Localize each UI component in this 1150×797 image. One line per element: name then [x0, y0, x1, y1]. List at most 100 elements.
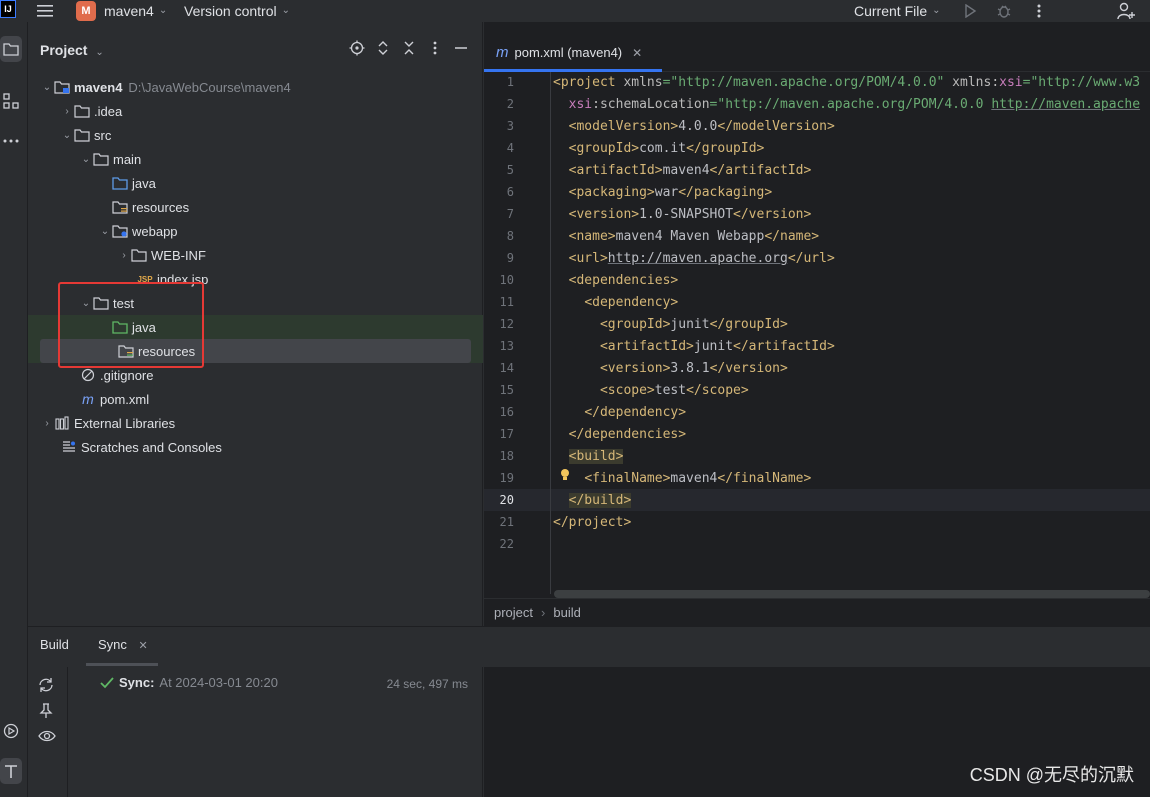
breadcrumb-item[interactable]: build	[553, 605, 580, 620]
chevron-down-icon: ⌄	[158, 5, 168, 16]
crosshair-icon	[349, 40, 365, 56]
ignore-file-icon	[80, 368, 96, 382]
tab-build[interactable]: Build	[40, 637, 69, 652]
project-panel: Project ⌄ ⌄ maven4 D:\JavaWebCourse\mave…	[28, 22, 483, 626]
chevron-down-icon[interactable]: ⌄	[79, 154, 93, 165]
tree-item-label: webapp	[132, 223, 178, 239]
chevron-right-icon[interactable]: ›	[117, 250, 131, 261]
tree-item-pom-xml[interactable]: m pom.xml	[28, 387, 483, 411]
maven-file-icon: m	[82, 391, 94, 407]
folder-icon	[74, 128, 90, 142]
app-logo: IJ	[0, 0, 16, 18]
services-icon	[3, 723, 19, 739]
tree-item-main-java[interactable]: java	[28, 171, 483, 195]
sync-duration: 24 sec, 497 ms	[386, 677, 468, 691]
expand-collapse-icon	[378, 41, 388, 55]
code-line: <project xmlns="http://maven.apache.org/…	[553, 75, 1141, 90]
run-config-label: Current File	[854, 3, 928, 19]
run-config-selector[interactable]: Current File ⌄	[854, 0, 941, 22]
hide-panel-button[interactable]	[452, 40, 470, 60]
editor-tab-bar: m pom.xml (maven4) ✕	[484, 22, 1150, 72]
chevron-right-icon[interactable]: ›	[60, 106, 74, 117]
tree-item-webapp[interactable]: ⌄ webapp	[28, 219, 483, 243]
code-area[interactable]: <project xmlns="http://maven.apache.org/…	[550, 72, 1150, 594]
locate-button[interactable]	[348, 40, 366, 60]
line-number: 18	[499, 449, 514, 463]
build-toolbar	[28, 667, 68, 797]
sync-button[interactable]	[38, 677, 54, 696]
close-icon[interactable]: ✕	[139, 640, 148, 652]
sync-result-row[interactable]: Sync: At 2024-03-01 20:20	[100, 675, 278, 690]
tree-item-label: .idea	[94, 103, 123, 119]
line-number: 19	[499, 471, 514, 485]
structure-tool-button[interactable]	[0, 88, 22, 114]
minimize-icon	[455, 47, 467, 49]
panel-options-button[interactable]	[426, 40, 444, 60]
tree-item-external-libraries[interactable]: › External Libraries	[28, 411, 483, 435]
tree-item-src[interactable]: ⌄ src	[28, 123, 483, 147]
tree-item-main[interactable]: ⌄ main	[28, 147, 483, 171]
more-tools-button[interactable]	[0, 128, 22, 154]
project-view-selector[interactable]: Project ⌄	[40, 42, 104, 58]
line-number: 5	[506, 163, 514, 177]
tree-item-web-inf[interactable]: › WEB-INF	[28, 243, 483, 267]
chevron-down-icon: ⌄	[95, 47, 104, 58]
sync-icon	[39, 678, 53, 692]
tree-item-scratches[interactable]: Scratches and Consoles	[28, 435, 483, 459]
build-tool-button[interactable]	[0, 758, 22, 784]
resources-root-icon	[112, 200, 128, 214]
tab-pom-xml[interactable]: m pom.xml (maven4) ✕	[484, 36, 662, 72]
debug-icon	[997, 5, 1011, 18]
project-tool-button[interactable]	[0, 36, 22, 62]
more-horizontal-icon	[3, 139, 19, 143]
line-number: 2	[506, 97, 514, 111]
add-user-button[interactable]	[1116, 0, 1136, 22]
line-number: 14	[499, 361, 514, 375]
main-menu-button[interactable]	[36, 0, 54, 22]
horizontal-scrollbar[interactable]	[554, 590, 1150, 598]
folder-icon	[3, 43, 19, 56]
scratches-icon	[61, 440, 77, 454]
code-line: <name>maven4 Maven Webapp</name>	[568, 229, 820, 244]
tree-item-label: main	[113, 151, 142, 167]
tree-item-idea[interactable]: › .idea	[28, 99, 483, 123]
project-badge: M	[76, 1, 96, 21]
left-tool-strip	[0, 22, 28, 797]
tab-sync[interactable]: Sync ✕	[98, 637, 148, 652]
project-switcher[interactable]: M maven4 ⌄	[76, 0, 167, 22]
collapse-all-button[interactable]	[400, 40, 418, 60]
run-button[interactable]	[963, 0, 977, 22]
tree-item-main-resources[interactable]: resources	[28, 195, 483, 219]
close-icon[interactable]: ✕	[632, 46, 642, 60]
code-line: <version>1.0-SNAPSHOT</version>	[568, 207, 812, 222]
pin-button[interactable]	[39, 703, 53, 722]
line-number: 1	[506, 75, 514, 89]
tab-underline	[86, 663, 158, 666]
breadcrumb: project › build	[484, 598, 1150, 626]
chevron-down-icon[interactable]: ⌄	[98, 226, 112, 237]
chevron-down-icon[interactable]: ⌄	[40, 82, 54, 93]
expand-all-button[interactable]	[374, 40, 392, 60]
debug-button[interactable]	[996, 0, 1012, 22]
more-actions-button[interactable]	[1032, 0, 1046, 22]
line-number: 21	[499, 515, 514, 529]
run-icon	[965, 4, 977, 18]
panel-title: Project	[40, 42, 88, 58]
vcs-menu[interactable]: Version control ⌄	[184, 0, 290, 22]
services-tool-button[interactable]	[0, 718, 22, 744]
folder-icon	[131, 248, 147, 262]
project-name: maven4	[104, 3, 154, 19]
check-icon	[100, 676, 114, 688]
view-button[interactable]	[38, 729, 56, 746]
chevron-down-icon[interactable]: ⌄	[60, 130, 74, 141]
module-folder-icon	[54, 80, 70, 94]
chevron-right-icon[interactable]: ›	[40, 418, 54, 429]
tree-item-maven4[interactable]: ⌄ maven4 D:\JavaWebCourse\maven4	[28, 75, 483, 99]
code-line: <modelVersion>4.0.0</modelVersion>	[568, 119, 835, 134]
line-number: 20	[499, 493, 514, 507]
sync-tree: Sync: At 2024-03-01 20:20 24 sec, 497 ms	[68, 667, 483, 797]
breadcrumb-item[interactable]: project	[494, 605, 533, 620]
tree-item-label: src	[94, 127, 112, 143]
tab-label: pom.xml (maven4)	[514, 45, 623, 60]
line-number: 22	[499, 537, 514, 551]
